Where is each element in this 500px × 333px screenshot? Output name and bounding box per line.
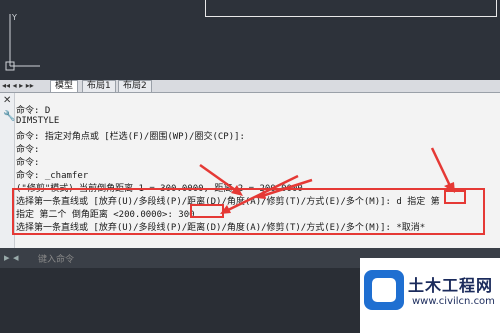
wrench-icon[interactable]: 🔧	[3, 111, 15, 122]
history-line: 命令: _chamfer	[16, 171, 89, 181]
watermark-url: www.civilcn.com	[412, 296, 495, 307]
drawn-rectangle[interactable]	[205, 0, 497, 17]
watermark: 土木工程网 www.civilcn.com	[360, 258, 500, 333]
tab-layout2[interactable]: 布局2	[118, 80, 152, 92]
history-line: 命令: D	[16, 106, 51, 116]
history-line: 命令:	[16, 158, 40, 168]
watermark-logo-icon	[364, 270, 404, 310]
highlight-box-d	[444, 190, 466, 204]
history-line: 命令: 指定对角点或 [栏选(F)/圈围(WP)/圈交(CP)]:	[16, 132, 245, 142]
history-line: 命令:	[16, 145, 40, 155]
command-input[interactable]: 键入命令	[38, 252, 74, 265]
watermark-title: 土木工程网	[408, 276, 494, 295]
highlight-box-commands	[12, 188, 485, 235]
svg-text:Y: Y	[11, 13, 17, 22]
drawing-area[interactable]: Y	[0, 0, 500, 80]
highlight-box-300	[190, 204, 224, 218]
close-icon[interactable]: ✕	[3, 95, 11, 106]
tab-navigation-arrows[interactable]: ◂◂ ◂ ▸ ▸▸	[2, 81, 34, 90]
ucs-icon: Y	[5, 13, 40, 71]
command-options-icon[interactable]: ▸ ◂	[4, 251, 19, 264]
tab-model[interactable]: 模型	[50, 80, 79, 92]
layout-tab-bar: ◂◂ ◂ ▸ ▸▸ 模型 布局1 布局2	[0, 80, 500, 93]
history-line: DIMSTYLE	[16, 116, 60, 126]
tab-layout1[interactable]: 布局1	[82, 80, 116, 92]
